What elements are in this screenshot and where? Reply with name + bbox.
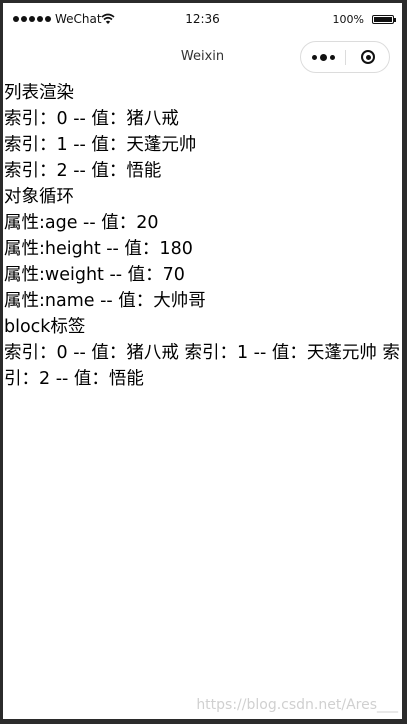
nav-bar: Weixin xyxy=(3,37,402,79)
more-dots-icon[interactable] xyxy=(301,42,345,72)
object-item: 属性:name -- 值：大帅哥 xyxy=(4,291,206,311)
list-item: 索引：0 -- 值：猪八戒 xyxy=(4,109,179,129)
object-loop-heading: 对象循环 xyxy=(4,187,74,207)
object-item: 属性:height -- 值：180 xyxy=(4,239,193,259)
object-item: 属性:weight -- 值：70 xyxy=(4,265,185,285)
list-item: 索引：1 -- 值：天蓬元帅 xyxy=(4,135,197,155)
block-heading: block标签 xyxy=(4,317,86,337)
block-content: 索引：0 -- 值：猪八戒 索引：1 -- 值：天蓬元帅 索引：2 -- 值：悟… xyxy=(4,343,400,389)
list-render-heading: 列表渲染 xyxy=(4,83,74,103)
object-item: 属性:age -- 值：20 xyxy=(4,213,159,233)
phone-screen: WeChat 12:36 100% Weixin 列表渲染 索引：0 -- 值：… xyxy=(3,3,402,719)
battery-icon xyxy=(372,15,396,24)
page-content: 列表渲染 索引：0 -- 值：猪八戒 索引：1 -- 值：天蓬元帅 索引：2 -… xyxy=(4,80,400,392)
battery-percent: 100% xyxy=(332,13,364,26)
close-circle-icon[interactable] xyxy=(346,42,390,72)
menu-capsule xyxy=(300,41,390,73)
list-item: 索引：2 -- 值：悟能 xyxy=(4,161,162,181)
status-bar: WeChat 12:36 100% xyxy=(3,3,402,37)
watermark: https://blog.csdn.net/Ares___ xyxy=(196,697,398,713)
